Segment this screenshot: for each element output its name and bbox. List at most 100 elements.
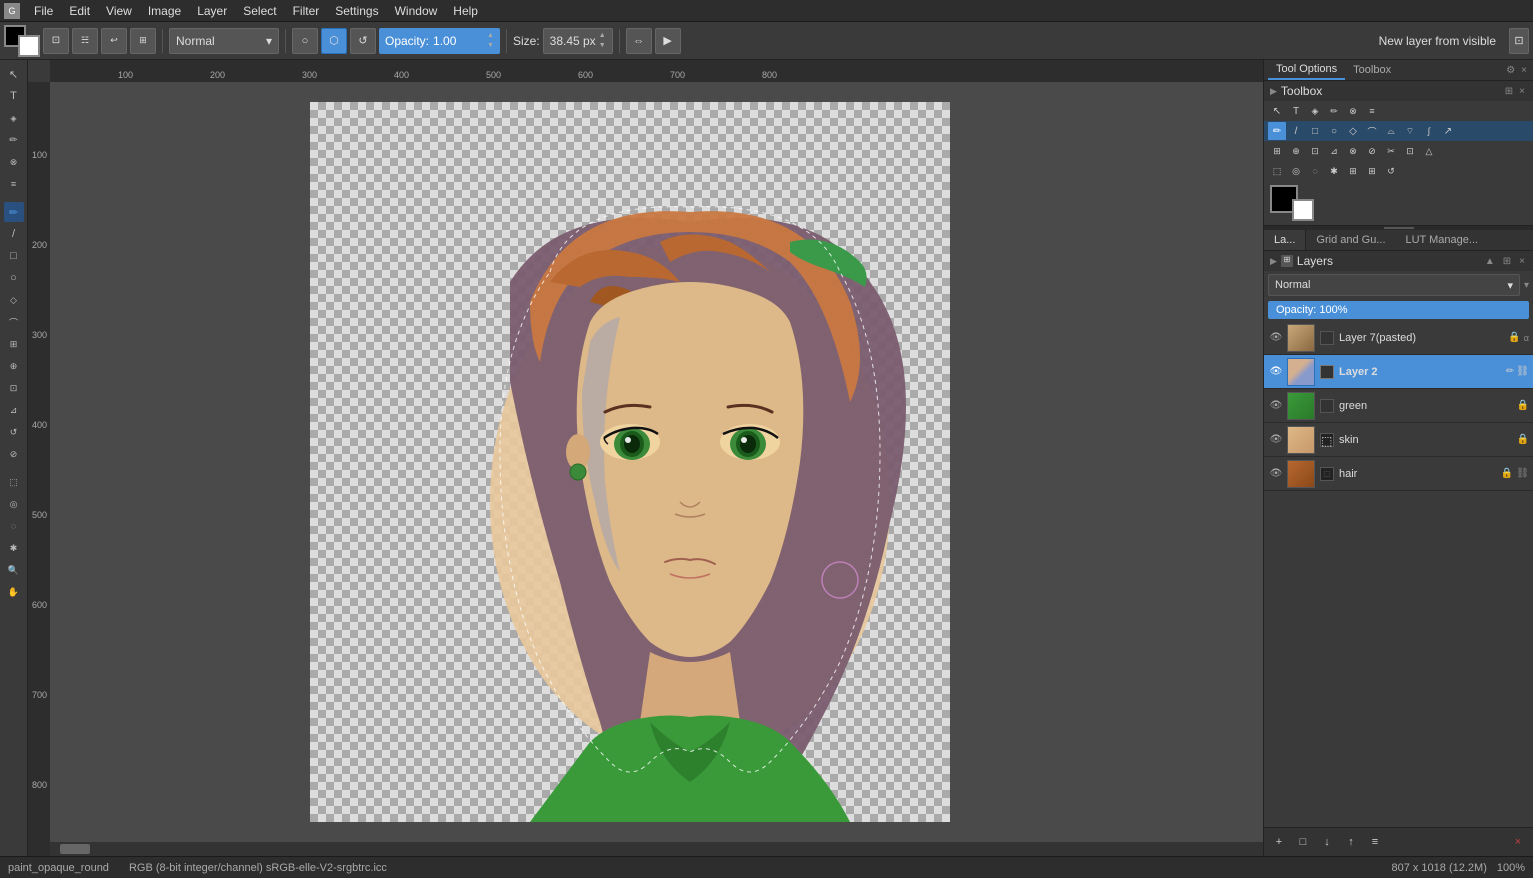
tool-move[interactable]: ⊕ xyxy=(4,356,24,376)
hair-lock[interactable]: 🔒 xyxy=(1501,468,1513,479)
hair-chain-icon[interactable]: ⛓ xyxy=(1516,468,1529,479)
menu-file[interactable]: File xyxy=(26,2,61,20)
tbx-rotate2[interactable]: ⊿ xyxy=(1325,142,1343,160)
skin-visibility[interactable]: 👁 xyxy=(1268,432,1284,448)
layer-menu-btn[interactable]: ≡ xyxy=(1364,831,1386,853)
opacity-input[interactable] xyxy=(433,34,483,48)
tbx-flip2[interactable]: ⊡ xyxy=(1401,142,1419,160)
tool-ink[interactable]: ⊗ xyxy=(4,152,24,172)
opacity-stepper[interactable]: ▲ ▼ xyxy=(487,31,494,51)
tool-gedit[interactable]: ◈ xyxy=(4,108,24,128)
tool-pencil[interactable]: ✏ xyxy=(4,202,24,222)
tbx-zoom2[interactable]: ↺ xyxy=(1382,162,1400,180)
tbx-pattern[interactable]: ≡ xyxy=(1363,102,1381,120)
grid-btn[interactable]: ⊞ xyxy=(130,28,156,54)
tool-crop[interactable]: ⊿ xyxy=(4,400,24,420)
tool-pointer[interactable]: ↖ xyxy=(4,64,24,84)
color-swatches[interactable] xyxy=(4,25,40,57)
panel-close-btn[interactable]: × xyxy=(1519,64,1529,77)
layer-mode-dropdown[interactable]: Normal ▾ xyxy=(1268,274,1520,296)
layer-down-btn[interactable]: ↓ xyxy=(1316,831,1338,853)
tbx-brush[interactable]: ✏ xyxy=(1325,102,1343,120)
tbx-rect-sel[interactable]: □ xyxy=(1306,122,1324,140)
tbx-bezier-sel[interactable]: ⌒ xyxy=(1363,122,1381,140)
layer2-edit-icon[interactable]: ✏ xyxy=(1506,366,1514,377)
tab-toolbox[interactable]: Toolbox xyxy=(1345,61,1399,79)
layer-up-btn[interactable]: ↑ xyxy=(1340,831,1362,853)
skin-lock[interactable]: 🔒 xyxy=(1517,434,1529,445)
layers-filter-btn[interactable]: ▾ xyxy=(1524,280,1529,291)
tbx-sel-ellipse[interactable]: ◎ xyxy=(1287,162,1305,180)
new-layer-copy-btn[interactable]: □ xyxy=(1292,831,1314,853)
layer-row-hair[interactable]: 👁 ⬚ hair 🔒 ⛓ xyxy=(1264,457,1533,491)
size-stepper[interactable]: ▲ ▼ xyxy=(599,31,606,51)
flip-v-btn[interactable]: ▶ xyxy=(655,28,681,54)
layers-close-btn[interactable]: × xyxy=(1517,255,1527,268)
tbx-sel-region[interactable]: ✱ xyxy=(1325,162,1343,180)
tbx-ellipse-sel[interactable]: ○ xyxy=(1325,122,1343,140)
tbx-text[interactable]: T xyxy=(1287,102,1305,120)
tool-fuzzy[interactable]: ⬚ xyxy=(4,472,24,492)
tbx-align[interactable]: ⊞ xyxy=(1268,142,1286,160)
green-visibility[interactable]: 👁 xyxy=(1268,398,1284,414)
tbx-sel-free[interactable]: ◌ xyxy=(1306,162,1324,180)
tool-scissors[interactable]: ✱ xyxy=(4,538,24,558)
tool-zoom[interactable]: 🔍 xyxy=(4,560,24,580)
menu-layer[interactable]: Layer xyxy=(189,2,235,20)
layer2-visibility[interactable]: 👁 xyxy=(1268,364,1284,380)
reset-colors-btn[interactable]: ⊡ xyxy=(43,28,69,54)
menu-select[interactable]: Select xyxy=(235,2,284,20)
color-swatches-panel[interactable] xyxy=(1270,185,1314,221)
flip-h-btn[interactable]: ⇔ xyxy=(626,28,652,54)
opacity-group[interactable]: Opacity: ▲ ▼ xyxy=(379,28,500,54)
tbx-pointer[interactable]: ↖ xyxy=(1268,102,1286,120)
bg-color[interactable] xyxy=(18,35,40,57)
image-canvas[interactable] xyxy=(310,102,950,822)
tbx-cage[interactable]: △ xyxy=(1420,142,1438,160)
panel-bg-color[interactable] xyxy=(1292,199,1314,221)
new-layer-btn[interactable]: ⊡ xyxy=(1509,28,1529,54)
tool-free-select[interactable]: ◌ xyxy=(4,516,24,536)
layer7-visibility[interactable]: 👁 xyxy=(1268,330,1284,346)
tool-text[interactable]: T xyxy=(4,86,24,106)
tool-pattern[interactable]: ≡ xyxy=(4,174,24,194)
tool-rotate[interactable]: ↺ xyxy=(4,422,24,442)
opacity-down[interactable]: ▼ xyxy=(487,41,494,51)
tbx-measure[interactable]: ↗ xyxy=(1439,122,1457,140)
blend-mode-dropdown[interactable]: Normal ▾ xyxy=(169,28,279,54)
tbx-grow[interactable]: ⊞ xyxy=(1363,162,1381,180)
horizontal-scrollbar[interactable] xyxy=(50,842,1263,856)
tool-btn2[interactable]: ⬡ xyxy=(321,28,347,54)
tool-align[interactable]: ⊡ xyxy=(4,378,24,398)
tbx-iscissors[interactable]: ⌔ xyxy=(1401,122,1419,140)
menu-window[interactable]: Window xyxy=(387,2,446,20)
size-group[interactable]: 38.45 px ▲ ▼ xyxy=(543,28,613,54)
layers-opacity-bar[interactable]: Opacity: 100% xyxy=(1268,301,1529,319)
tbx-sel-rect[interactable]: ⊞ xyxy=(1344,162,1362,180)
tbx-pencil[interactable]: ✏ xyxy=(1268,122,1286,140)
tab-tool-options[interactable]: Tool Options xyxy=(1268,60,1345,80)
tbx-freehand-sel[interactable]: ◇ xyxy=(1344,122,1362,140)
history-btn[interactable]: ↩ xyxy=(101,28,127,54)
tool-pan[interactable]: ✋ xyxy=(4,582,24,602)
hair-visibility[interactable]: 👁 xyxy=(1268,466,1284,482)
tool-rect[interactable]: □ xyxy=(4,246,24,266)
tool-paint[interactable]: ✏ xyxy=(4,130,24,150)
menu-image[interactable]: Image xyxy=(140,2,189,20)
tool-btn3[interactable]: ↺ xyxy=(350,28,376,54)
tbx-shear[interactable]: ⊘ xyxy=(1363,142,1381,160)
menu-filter[interactable]: Filter xyxy=(285,2,328,20)
tool-scale[interactable]: ⊘ xyxy=(4,444,24,464)
opacity-up[interactable]: ▲ xyxy=(487,31,494,41)
tool-btn1[interactable]: ○ xyxy=(292,28,318,54)
new-layer-footer-btn[interactable]: + xyxy=(1268,831,1290,853)
tbx-crop[interactable]: ⊡ xyxy=(1306,142,1324,160)
toolbox-close-btn[interactable]: × xyxy=(1517,85,1527,98)
tool-bezier[interactable]: ⌒ xyxy=(4,312,24,332)
layer7-lock[interactable]: 🔒 xyxy=(1508,332,1520,343)
tbx-heal[interactable]: ⊗ xyxy=(1344,102,1362,120)
menu-view[interactable]: View xyxy=(98,2,140,20)
tool-line[interactable]: / xyxy=(4,224,24,244)
tbx-gedit[interactable]: ◈ xyxy=(1306,102,1324,120)
menu-help[interactable]: Help xyxy=(445,2,486,20)
